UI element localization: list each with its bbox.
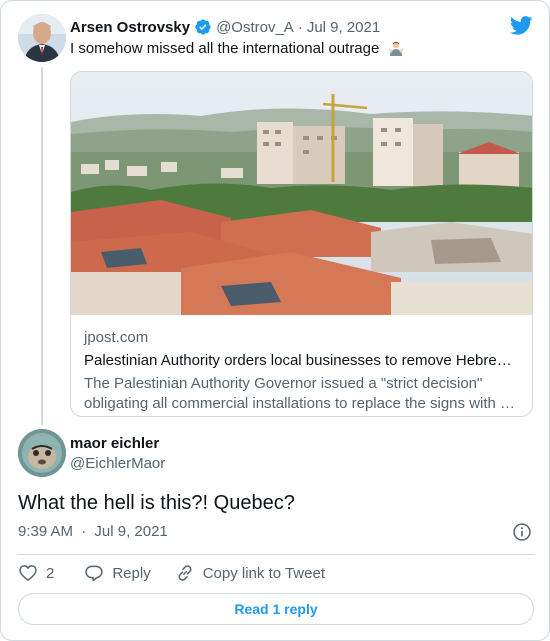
thread-connector-line bbox=[41, 67, 43, 425]
avatar-maor-eichler[interactable] bbox=[18, 429, 66, 477]
author-name[interactable]: maor eichler bbox=[70, 434, 165, 454]
quoted-tweet-header: Arsen Ostrovsky @Ostrov_A · Jul 9, 2021 bbox=[70, 17, 380, 37]
link-icon bbox=[178, 565, 192, 581]
quoted-tweet-text: I somehow missed all the international o… bbox=[70, 39, 404, 59]
info-icon[interactable] bbox=[512, 522, 532, 542]
like-count: 2 bbox=[46, 564, 55, 582]
tweet-timestamp[interactable]: 9:39 AM · Jul 9, 2021 bbox=[18, 522, 168, 542]
main-tweet-text: What the hell is this?! Quebec? bbox=[18, 492, 295, 514]
tweet-date: Jul 9, 2021 bbox=[94, 523, 168, 540]
avatar-arsen-ostrovsky[interactable] bbox=[18, 14, 66, 62]
link-description-line-2: obligating all commercial installations … bbox=[84, 395, 516, 412]
tweet-actions: 2 Reply Copy link to Tweet bbox=[18, 563, 325, 583]
author-handle[interactable]: @Ostrov_A bbox=[216, 19, 294, 36]
link-description: The Palestinian Authority Governor issue… bbox=[84, 374, 524, 414]
man-shrugging-emoji bbox=[388, 41, 404, 56]
timestamp-separator: · bbox=[81, 523, 87, 540]
copy-link-label: Copy link to Tweet bbox=[202, 564, 325, 582]
reply-label: Reply bbox=[112, 564, 151, 582]
verified-badge-icon bbox=[195, 19, 211, 35]
tweet-date[interactable]: Jul 9, 2021 bbox=[307, 19, 380, 36]
link-title: Palestinian Authority orders local busin… bbox=[84, 352, 512, 369]
heart-icon bbox=[19, 565, 37, 581]
link-preview-text: jpost.com Palestinian Authority orders l… bbox=[84, 328, 524, 414]
like-button[interactable]: 2 bbox=[18, 563, 54, 583]
link-preview-card[interactable]: jpost.com Palestinian Authority orders l… bbox=[70, 71, 533, 417]
main-tweet-author: maor eichler @EichlerMaor bbox=[70, 434, 165, 474]
article-thumbnail-image bbox=[71, 72, 532, 315]
copy-link-button[interactable]: Copy link to Tweet bbox=[175, 563, 325, 583]
reply-bubble-icon bbox=[85, 565, 104, 582]
author-handle[interactable]: @EichlerMaor bbox=[70, 454, 165, 474]
link-domain: jpost.com bbox=[84, 329, 149, 346]
quoted-tweet-body: I somehow missed all the international o… bbox=[70, 40, 380, 57]
author-name[interactable]: Arsen Ostrovsky bbox=[70, 19, 190, 36]
header-separator: · bbox=[297, 18, 303, 36]
actions-divider bbox=[18, 554, 534, 555]
link-description-line-1: The Palestinian Authority Governor issue… bbox=[84, 375, 483, 392]
twitter-bird-icon[interactable] bbox=[510, 16, 533, 35]
reply-button[interactable]: Reply bbox=[84, 563, 151, 583]
embedded-tweet-card: Arsen Ostrovsky @Ostrov_A · Jul 9, 2021 … bbox=[0, 0, 550, 641]
tweet-time: 9:39 AM bbox=[18, 523, 74, 540]
read-replies-button[interactable]: Read 1 reply bbox=[18, 593, 534, 625]
